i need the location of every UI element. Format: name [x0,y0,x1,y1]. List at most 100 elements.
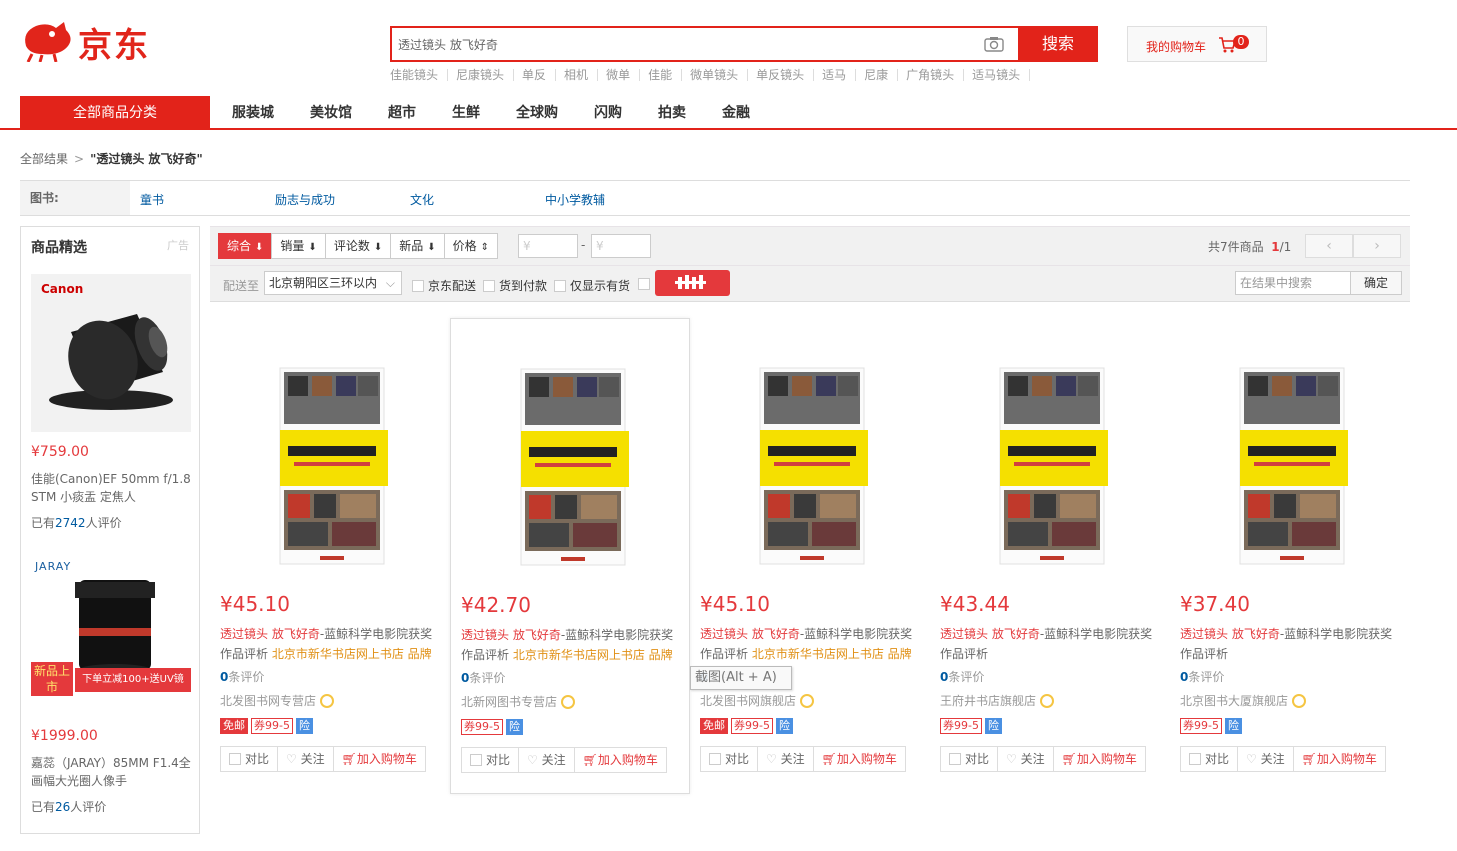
next-page-button[interactable]: › [1353,234,1401,258]
add-to-cart-button[interactable]: 🛒︎加入购物车 [1052,746,1146,772]
follow-button[interactable]: ♡ 关注 [997,746,1054,772]
jd-delivery-checkbox[interactable]: 京东配送 [412,277,476,294]
hot-keyword-link[interactable]: 佳能 [648,69,683,81]
book-cover-image[interactable] [1190,358,1390,578]
filter-value-children-books[interactable]: 童书 [140,191,164,208]
sort-option[interactable]: 价格 ⇕ [443,233,499,259]
product-card[interactable]: ¥42.70 透过镜头 放飞好奇-蓝鲸科学电影院获奖作品评析 北京市新华书店网上书… [450,318,690,794]
comment-count[interactable]: 0条评价 [940,668,984,685]
compare-button[interactable]: 对比 [1180,746,1239,772]
nav-item[interactable]: 超市 [388,96,416,130]
prev-page-button[interactable]: ‹ [1305,234,1353,258]
hot-keyword-link[interactable]: 尼康 [864,69,899,81]
hot-keyword-link[interactable]: 微单镜头 [690,69,749,81]
shop-name[interactable]: 北京图书大厦旗舰店 [1180,692,1307,709]
nav-item[interactable]: 拍卖 [658,96,686,130]
product-title[interactable]: 透过镜头 放飞好奇-蓝鲸科学电影院获奖作品评析 [940,624,1160,664]
breadcrumb-root[interactable]: 全部结果 [20,152,68,166]
nav-item[interactable]: 金融 [722,96,750,130]
camera-icon[interactable] [984,36,1004,52]
product-card[interactable]: ¥43.44 透过镜头 放飞好奇-蓝鲸科学电影院获奖作品评析 0条评价 王府井书店旗… [930,318,1170,794]
my-cart-button[interactable]: 我的购物车 0 [1127,26,1267,62]
book-cover-image[interactable] [471,359,671,579]
filter-key: 图书: [20,181,130,215]
book-cover-image[interactable] [710,358,910,578]
comment-count[interactable]: 0条评价 [1180,668,1224,685]
shop-name[interactable]: 王府井书店旗舰店 [940,692,1055,709]
product-title[interactable]: 透过镜头 放飞好奇-蓝鲸科学电影院获奖作品评析 北京市新华书店网上书店 品牌 [220,624,440,664]
follow-button[interactable]: ♡ 关注 [1237,746,1294,772]
search-button[interactable]: 搜索 [1018,26,1098,62]
sidebar-product[interactable]: Canon ¥759.00 佳能(Canon)EF 50mm f/1.8 STM… [31,274,191,531]
search-within-button[interactable]: 确定 [1350,271,1402,295]
shop-name[interactable]: 北发图书网专营店 [220,692,335,709]
compare-button[interactable]: 对比 [700,746,759,772]
follow-button[interactable]: ♡ 关注 [757,746,814,772]
product-title[interactable]: 透过镜头 放飞好奇-蓝鲸科学电影院获奖作品评析 [1180,624,1400,664]
book-cover-image[interactable] [950,358,1150,578]
sidebar-product[interactable]: JARAY 新品上市 下单立减100+送UV镜 ¥1999.00 嘉蕊（JARA… [31,554,191,815]
title-shop-link[interactable]: 北京市新华书店网上书店 品牌 [272,647,432,661]
nav-item[interactable]: 美妆馆 [310,96,352,130]
add-to-cart-button[interactable]: 🛒︎加入购物车 [812,746,906,772]
nav-item[interactable]: 闪购 [594,96,622,130]
price-min-input[interactable]: ¥ [518,234,578,258]
promo-tag-icon[interactable] [655,270,730,296]
hot-keyword-link[interactable]: 单反 [522,69,557,81]
add-to-cart-button[interactable]: 🛒︎加入购物车 [1292,746,1386,772]
nav-item[interactable]: 生鲜 [452,96,480,130]
filter-value-inspiration[interactable]: 励志与成功 [275,191,335,208]
nav-item[interactable]: 服装城 [232,96,274,130]
comment-count[interactable]: 0条评价 [220,668,264,685]
sort-option[interactable]: 综合 ⬇ [218,233,273,259]
hot-keyword-link[interactable]: 相机 [564,69,599,81]
shop-name[interactable]: 北新网图书专营店 [461,693,576,710]
promo-checkbox[interactable] [638,277,654,291]
filter-value-k12[interactable]: 中小学教辅 [545,191,605,208]
sort-option[interactable]: 销量 ⬇ [271,233,326,259]
compare-button[interactable]: 对比 [940,746,999,772]
add-to-cart-button[interactable]: 🛒︎加入购物车 [573,747,667,773]
search-input[interactable] [392,28,952,60]
product-image[interactable]: Canon [31,274,191,432]
product-name[interactable]: 嘉蕊（JARAY）85MM F1.4全画幅大光圈人像手 [31,754,191,790]
compare-button[interactable]: 对比 [220,746,279,772]
product-title[interactable]: 透过镜头 放飞好奇-蓝鲸科学电影院获奖作品评析 北京市新华书店网上书店 品牌 [461,625,681,665]
hot-keyword-link[interactable]: 佳能镜头 [390,69,449,81]
price-max-input[interactable]: ¥ [591,234,651,258]
search-bar: 搜索 [390,26,1098,62]
title-shop-link[interactable]: 北京市新华书店网上书店 品牌 [513,648,673,662]
comment-count[interactable]: 0条评价 [461,669,505,686]
product-image[interactable]: JARAY 新品上市 下单立减100+送UV镜 [31,554,191,716]
shop-name[interactable]: 北发图书网旗舰店 [700,692,815,709]
in-stock-checkbox[interactable]: 仅显示有货 [554,277,630,294]
book-cover-image[interactable] [230,358,430,578]
nav-item[interactable]: 全球购 [516,96,558,130]
hot-keyword-link[interactable]: 单反镜头 [756,69,815,81]
product-name[interactable]: 佳能(Canon)EF 50mm f/1.8 STM 小痰盂 定焦人 [31,470,191,506]
follow-button[interactable]: ♡ 关注 [277,746,334,772]
filter-value-culture[interactable]: 文化 [410,191,434,208]
sort-option[interactable]: 评论数 ⬇ [324,233,392,259]
cash-on-delivery-checkbox[interactable]: 货到付款 [483,277,547,294]
hot-keyword-link[interactable]: 适马镜头 [972,69,1031,81]
product-card[interactable]: ¥37.40 透过镜头 放飞好奇-蓝鲸科学电影院获奖作品评析 0条评价 北京图书大厦… [1170,318,1410,794]
hot-keyword-link[interactable]: 广角镜头 [906,69,965,81]
search-within-input[interactable]: 在结果中搜索 [1235,271,1351,295]
hot-keyword-link[interactable]: 尼康镜头 [456,69,515,81]
hot-keyword-link[interactable]: 适马 [822,69,857,81]
all-categories-button[interactable]: 全部商品分类 [20,96,210,130]
product-card[interactable]: ¥45.10 透过镜头 放飞好奇-蓝鲸科学电影院获奖作品评析 北京市新华书店网上书… [210,318,450,794]
add-to-cart-button[interactable]: 🛒︎加入购物车 [332,746,426,772]
hot-keyword-link[interactable]: 微单 [606,69,641,81]
compare-button[interactable]: 对比 [461,747,520,773]
follow-button[interactable]: ♡ 关注 [518,747,575,773]
jd-logo[interactable]: 京东 [20,16,170,66]
location-select[interactable]: 北京朝阳区三环以内 ⌵ [264,271,402,295]
coupon-badge: 券99-5 [461,719,503,735]
title-keyword: 透过镜头 放飞好奇 [700,627,800,641]
title-shop-link[interactable]: 北京市新华书店网上书店 品牌 [752,647,912,661]
product-title[interactable]: 透过镜头 放飞好奇-蓝鲸科学电影院获奖作品评析 北京市新华书店网上书店 品牌 [700,624,920,664]
sort-option[interactable]: 新品 ⬇ [390,233,445,259]
product-card[interactable]: ¥45.10 透过镜头 放飞好奇-蓝鲸科学电影院获奖作品评析 北京市新华书店网上书… [690,318,930,794]
